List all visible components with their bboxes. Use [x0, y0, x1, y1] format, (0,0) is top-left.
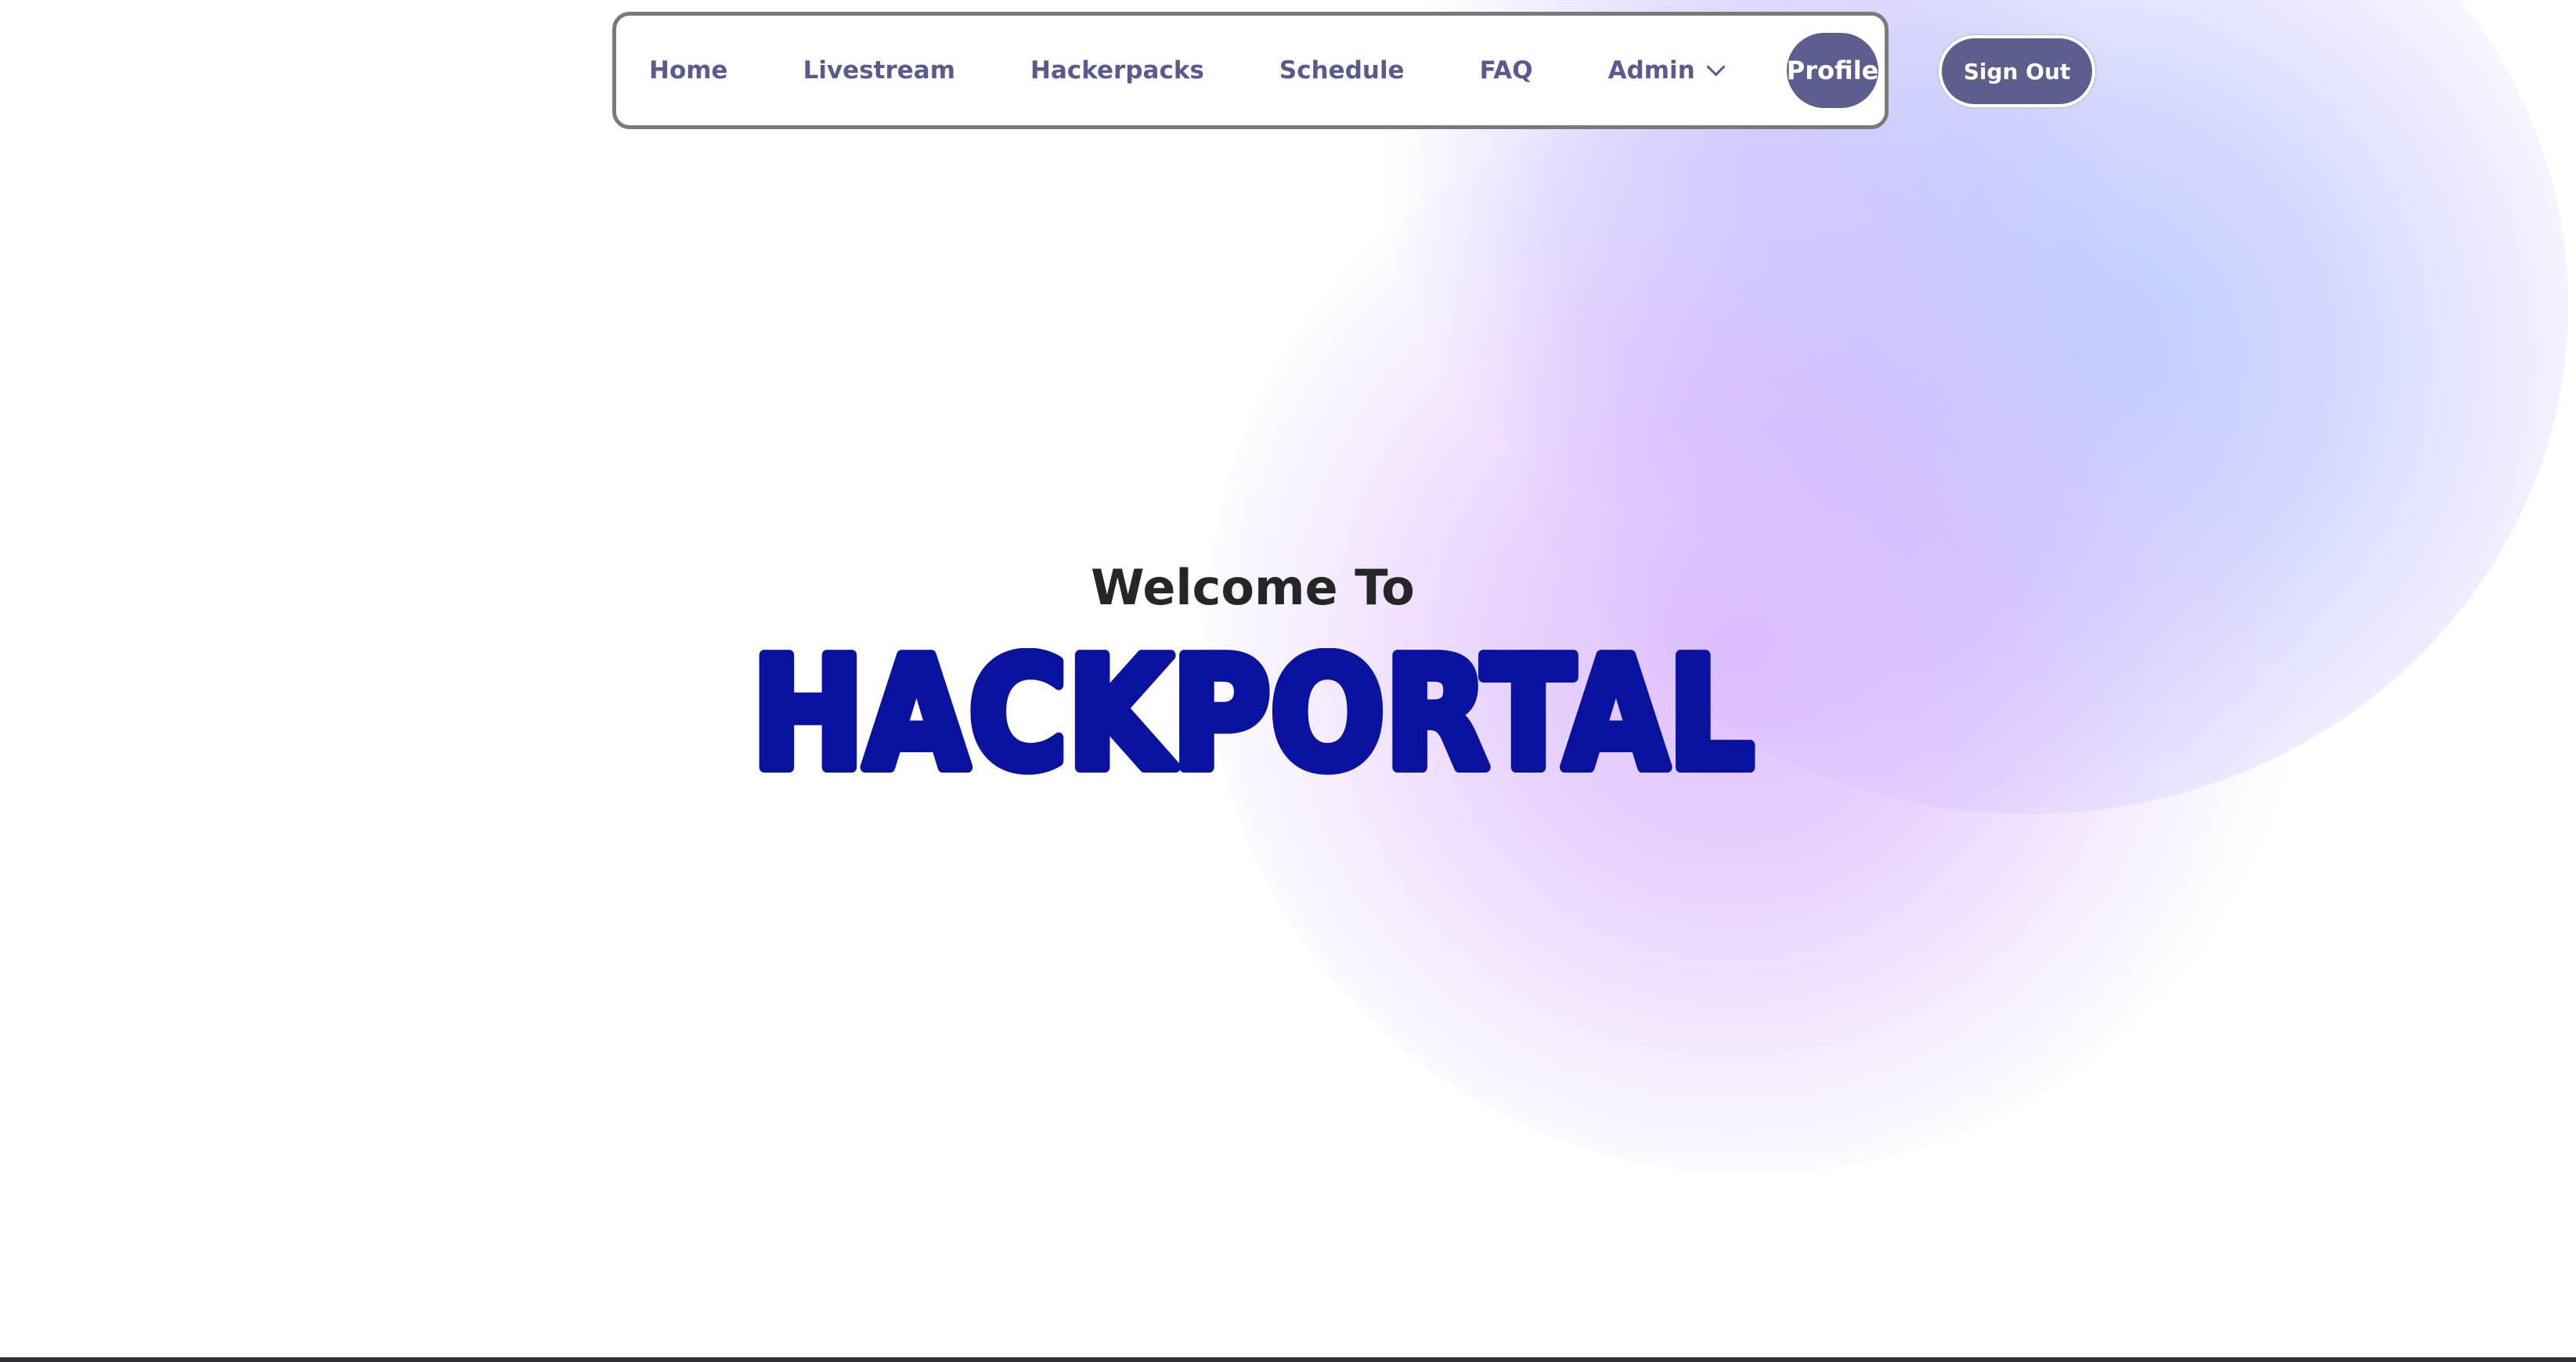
hackportal-logo-text: HACKPORTAL	[752, 648, 1754, 777]
bottom-border	[0, 1357, 2576, 1362]
nav-schedule-link[interactable]: Schedule	[1279, 56, 1405, 85]
background-blob-purple	[1206, 94, 2302, 1174]
nav-livestream-link[interactable]: Livestream	[803, 56, 955, 85]
nav-admin-dropdown[interactable]: Admin	[1607, 56, 1726, 85]
welcome-heading: Welcome To	[1091, 559, 1415, 616]
hackportal-logo: HACKPORTAL	[748, 648, 1758, 777]
hackportal-logo-svg: HACKPORTAL	[748, 648, 1758, 777]
profile-button[interactable]: Profile	[1786, 33, 1879, 108]
main-navbar: Home Livestream Hackerpacks Schedule FAQ…	[612, 12, 1889, 129]
nav-faq-link[interactable]: FAQ	[1480, 56, 1533, 85]
nav-home-link[interactable]: Home	[649, 56, 728, 85]
sign-out-button[interactable]: Sign Out	[1939, 35, 2095, 107]
hero-section: Welcome To	[0, 564, 2506, 612]
chevron-down-icon	[1706, 56, 1726, 77]
nav-admin-label: Admin	[1607, 56, 1695, 85]
nav-hackerpacks-link[interactable]: Hackerpacks	[1030, 56, 1204, 85]
